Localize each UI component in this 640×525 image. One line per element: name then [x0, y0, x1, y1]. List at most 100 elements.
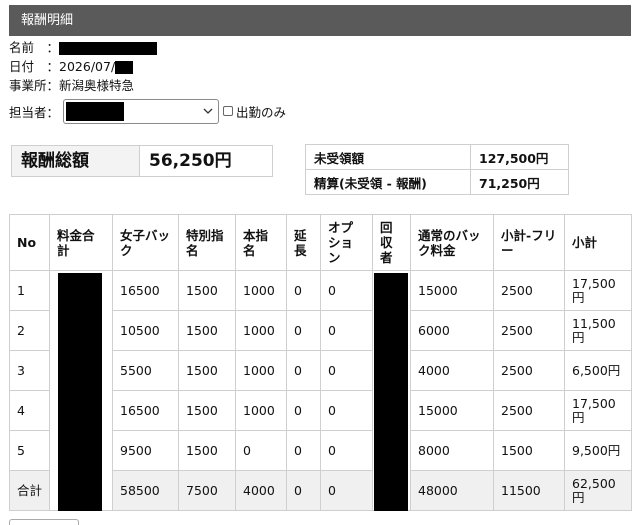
cell-main: 0	[235, 430, 287, 471]
summary-table: 未受領額 127,500円 精算(未受領 - 報酬) 71,250円	[305, 144, 569, 195]
cell-no: 1	[9, 270, 50, 311]
collector-redacted-cell	[372, 270, 411, 511]
fee-total-redaction	[58, 273, 102, 511]
cell-option: 0	[320, 270, 373, 311]
col-header-extension: 延長	[286, 214, 321, 271]
staff-select[interactable]	[63, 98, 220, 124]
date-redaction	[115, 61, 134, 74]
cell-sub-free: 2500	[493, 390, 565, 431]
col-header-no: No	[9, 214, 50, 271]
cell-option: 0	[320, 430, 373, 471]
staff-filter: 担当者： 出勤のみ	[9, 98, 286, 124]
col-header-option: オプション	[320, 214, 373, 271]
col-header-normal-back: 通常のバック料金	[410, 214, 494, 271]
cell-girl-back: 9500	[112, 430, 179, 471]
cell-main: 1000	[235, 350, 287, 391]
cell-sub-free: 2500	[493, 310, 565, 351]
cell-no: 2	[9, 310, 50, 351]
cell-special: 1500	[178, 350, 236, 391]
cell-main: 1000	[235, 270, 287, 311]
cell-option: 0	[320, 390, 373, 431]
bottom-button[interactable]	[9, 519, 79, 525]
cell-subtotal: 9,500円	[564, 430, 632, 471]
cell-sub-free: 1500	[493, 430, 565, 471]
reward-detail-table: No 料金合計 女子バック 特別指名 本指名 延長 オプション 回収者 通常のバ…	[9, 214, 632, 511]
cell-subtotal-total: 62,500円	[564, 470, 632, 511]
cell-special: 1500	[178, 430, 236, 471]
cell-normal-back: 4000	[410, 350, 494, 391]
cell-no-total: 合計	[9, 470, 50, 511]
cell-normal-back-total: 48000	[410, 470, 494, 511]
cell-girl-back: 16500	[112, 270, 179, 311]
date-label: 日付 ：	[9, 59, 60, 74]
cell-ext: 0	[286, 430, 321, 471]
page-title: 報酬明細	[21, 13, 74, 28]
cell-subtotal: 6,500円	[564, 350, 632, 391]
cell-normal-back: 8000	[410, 430, 494, 471]
date-row: 日付 ：2026/07/	[9, 59, 134, 75]
cell-no: 4	[9, 390, 50, 431]
cell-ext: 0	[286, 390, 321, 431]
cell-girl-back: 10500	[112, 310, 179, 351]
cell-option: 0	[320, 310, 373, 351]
name-redaction	[59, 42, 158, 55]
summary-row: 未受領額 127,500円	[305, 144, 569, 170]
cell-sub-free-total: 11500	[493, 470, 565, 511]
table-header-row: No 料金合計 女子バック 特別指名 本指名 延長 オプション 回収者 通常のバ…	[9, 214, 632, 271]
attendance-only-checkbox[interactable]	[223, 106, 234, 116]
cell-no: 3	[9, 350, 50, 391]
fee-total-redacted-cell	[49, 270, 113, 511]
table-row: 1 16500 1500 1000 0 0 15000 2500 17,500円	[9, 270, 632, 511]
unreceived-label: 未受領額	[305, 144, 471, 170]
cell-ext: 0	[286, 270, 321, 311]
col-header-girl-back: 女子バック	[112, 214, 179, 271]
cell-option: 0	[320, 350, 373, 391]
summary-row: 精算(未受領 - 報酬) 71,250円	[305, 169, 569, 195]
cell-sub-free: 2500	[493, 350, 565, 391]
cell-special: 1500	[178, 310, 236, 351]
cell-sub-free: 2500	[493, 270, 565, 311]
settlement-label: 精算(未受領 - 報酬)	[305, 169, 471, 195]
unreceived-value: 127,500円	[470, 144, 569, 170]
cell-special-total: 7500	[178, 470, 236, 511]
cell-subtotal: 11,500円	[564, 310, 632, 351]
cell-special: 1500	[178, 390, 236, 431]
page-title-bar: 報酬明細	[9, 5, 631, 36]
cell-ext: 0	[286, 350, 321, 391]
cell-no: 5	[9, 430, 50, 471]
col-header-subtotal-free: 小計-フリー	[493, 214, 565, 271]
cell-ext-total: 0	[286, 470, 321, 511]
col-header-main-nomination: 本指名	[235, 214, 287, 271]
cell-subtotal: 17,500円	[564, 390, 632, 431]
attendance-only-label: 出勤のみ	[236, 104, 287, 120]
cell-girl-back-total: 58500	[112, 470, 179, 511]
cell-ext: 0	[286, 310, 321, 351]
collector-redaction	[374, 273, 408, 511]
office-row: 事業所：新潟奥様特急	[9, 78, 134, 94]
cell-option-total: 0	[320, 470, 373, 511]
chevron-down-icon	[203, 108, 213, 114]
staff-label: 担当者：	[9, 104, 60, 120]
total-reward-box: 報酬総額 56,250円	[11, 145, 273, 177]
col-header-collector: 回収者	[372, 214, 411, 271]
cell-normal-back: 6000	[410, 310, 494, 351]
settlement-value: 71,250円	[470, 169, 569, 195]
cell-girl-back: 5500	[112, 350, 179, 391]
cell-main: 1000	[235, 310, 287, 351]
total-reward-label: 報酬総額	[12, 146, 140, 176]
total-reward-value: 56,250円	[149, 151, 232, 171]
cell-main-total: 4000	[235, 470, 287, 511]
cell-girl-back: 16500	[112, 390, 179, 431]
office-label: 事業所：	[9, 78, 60, 93]
name-row: 名前 ：	[9, 40, 158, 56]
cell-subtotal: 17,500円	[564, 270, 632, 311]
office-value: 新潟奥様特急	[59, 78, 135, 93]
cell-normal-back: 15000	[410, 390, 494, 431]
col-header-subtotal: 小計	[564, 214, 632, 271]
date-value: 2026/07/	[59, 59, 116, 74]
col-header-special-nomination: 特別指名	[178, 214, 236, 271]
cell-main: 1000	[235, 390, 287, 431]
staff-select-redaction	[66, 101, 125, 121]
cell-normal-back: 15000	[410, 270, 494, 311]
col-header-fee-total: 料金合計	[49, 214, 113, 271]
